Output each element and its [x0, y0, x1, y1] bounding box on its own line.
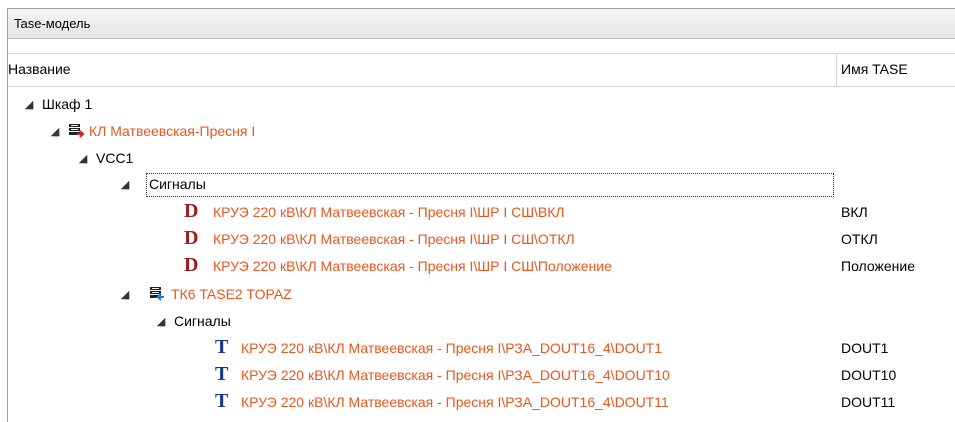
signal-name: КРУЭ 220 кВ\КЛ Матвеевская - Пресня I\ШР… — [213, 204, 565, 220]
tree-node-label: КЛ Матвеевская-Пресня I — [89, 123, 256, 139]
signal-tase-name: ВКЛ — [841, 204, 868, 220]
tree-node-label: Сигналы — [149, 176, 206, 192]
panel-title: Tase-модель — [14, 16, 91, 31]
discrete-signal-icon: D — [184, 200, 199, 222]
tree-row-signal-t1[interactable]: T КРУЭ 220 кВ\КЛ Матвеевская - Пресня I\… — [8, 336, 955, 362]
signal-name: КРУЭ 220 кВ\КЛ Матвеевская - Пресня I\РЗ… — [241, 394, 669, 410]
tree-node-label: Шкаф 1 — [42, 96, 93, 112]
tree-row-signal-d3[interactable]: D КРУЭ 220 кВ\КЛ Матвеевская - Пресня I\… — [8, 254, 955, 280]
expand-arrow-icon[interactable] — [24, 100, 34, 110]
tree-node-label: Сигналы — [174, 313, 231, 329]
signal-tase-name: Положение — [841, 258, 915, 274]
tree-row-signals-1[interactable]: Сигналы — [8, 172, 955, 198]
expand-arrow-icon[interactable] — [78, 154, 88, 164]
signal-name: КРУЭ 220 кВ\КЛ Матвеевская - Пресня I\РЗ… — [241, 367, 670, 383]
expand-arrow-icon[interactable] — [156, 317, 166, 327]
signal-name: КРУЭ 220 кВ\КЛ Матвеевская - Пресня I\ШР… — [213, 231, 575, 247]
signal-tase-name: DOUT10 — [841, 367, 897, 383]
tree-row-signals-2[interactable]: Сигналы — [8, 309, 955, 335]
tree-row-device-tk6[interactable]: ТК6 TASE2 TOPAZ — [8, 282, 955, 308]
column-header-tase-name[interactable]: Имя TASE — [841, 61, 908, 77]
signal-tase-name: DOUT11 — [841, 394, 896, 410]
telemetry-signal-icon: T — [215, 363, 229, 385]
telemetry-signal-icon: T — [215, 390, 229, 412]
tree-node-label: VCC1 — [96, 150, 134, 166]
tree-row-signal-t3[interactable]: T КРУЭ 220 кВ\КЛ Матвеевская - Пресня I\… — [8, 390, 955, 416]
signal-tase-name: ОТКЛ — [841, 231, 878, 247]
discrete-signal-icon: D — [184, 254, 199, 276]
tree-row-vcc[interactable]: VCC1 — [8, 146, 955, 172]
expand-arrow-icon[interactable] — [120, 290, 130, 300]
tree-row-signal-d2[interactable]: D КРУЭ 220 кВ\КЛ Матвеевская - Пресня I\… — [8, 227, 955, 253]
telemetry-signal-icon: T — [215, 336, 229, 358]
signal-tase-name: DOUT1 — [841, 340, 889, 356]
panel-title-bar: Tase-модель — [8, 9, 955, 39]
signal-name: КРУЭ 220 кВ\КЛ Матвеевская - Пресня I\РЗ… — [241, 340, 663, 356]
column-header-name[interactable]: Название — [8, 61, 71, 77]
device-out-icon — [69, 124, 84, 138]
tree-row-signal-t2[interactable]: T КРУЭ 220 кВ\КЛ Матвеевская - Пресня I\… — [8, 363, 955, 389]
tree-row-cabinet[interactable]: Шкаф 1 — [8, 92, 955, 118]
tree-row-device-kl[interactable]: КЛ Матвеевская-Пресня I — [8, 119, 955, 145]
signal-name: КРУЭ 220 кВ\КЛ Матвеевская - Пресня I\ШР… — [213, 258, 612, 274]
tree-header: Название Имя TASE — [8, 53, 955, 87]
column-divider[interactable] — [836, 54, 837, 86]
selection-focus-rect — [146, 173, 834, 197]
tree-node-label: ТК6 TASE2 TOPAZ — [171, 286, 292, 302]
tree-row-signal-d1[interactable]: D КРУЭ 220 кВ\КЛ Матвеевская - Пресня I\… — [8, 200, 955, 226]
expand-arrow-icon[interactable] — [120, 180, 130, 190]
device-in-icon — [150, 287, 164, 301]
expand-arrow-icon[interactable] — [50, 127, 60, 137]
tase-model-panel: Tase-модель Название Имя TASE Шкаф 1 КЛ … — [7, 8, 955, 422]
discrete-signal-icon: D — [184, 227, 199, 249]
